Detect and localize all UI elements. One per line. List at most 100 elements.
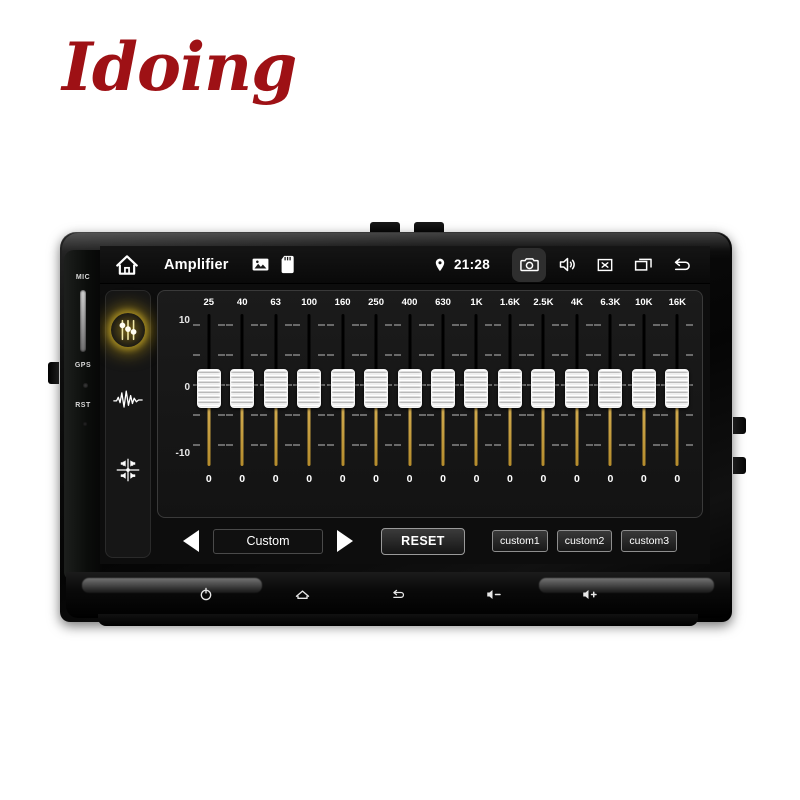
eq-band-slider[interactable] [359, 310, 393, 472]
slider-thumb[interactable] [631, 369, 656, 408]
slider-thumb[interactable] [497, 369, 522, 408]
slider-tick [686, 354, 694, 356]
gain-axis: 10 0 -10 [166, 296, 192, 513]
slider-tick [217, 414, 225, 416]
eq-band-value: 0 [272, 473, 279, 485]
eq-band-frequency-label: 4K [570, 297, 583, 308]
eq-band-slider[interactable] [661, 310, 694, 472]
slider-tick [560, 354, 568, 356]
custom-preset-button[interactable]: custom2 [556, 530, 613, 552]
preset-name-display[interactable]: Custom [213, 528, 323, 554]
slider-tick [318, 444, 326, 446]
slider-tick [460, 414, 468, 416]
eq-band-slider[interactable] [326, 310, 359, 472]
camera-button[interactable] [512, 247, 546, 282]
eq-band: 1K 0 [460, 296, 493, 513]
reset-pinhole[interactable] [83, 422, 87, 426]
slider-tick [418, 324, 426, 326]
eq-band-value: 0 [540, 473, 547, 485]
slider-tick [627, 414, 635, 416]
eq-band-slider[interactable] [426, 310, 460, 472]
slider-thumb[interactable] [230, 369, 255, 408]
slider-tick [627, 444, 635, 446]
close-button[interactable] [588, 248, 622, 282]
volume-down-key[interactable] [483, 583, 505, 605]
custom-preset-button[interactable]: custom1 [492, 530, 548, 552]
custom-preset-button[interactable]: custom3 [621, 530, 678, 552]
slider-thumb[interactable] [531, 369, 556, 408]
eq-band-frequency-label: 400 [401, 297, 418, 308]
slider-thumb[interactable] [564, 369, 589, 408]
recent-apps-button[interactable] [626, 248, 660, 282]
slider-tick [527, 324, 535, 326]
slider-tick [594, 354, 602, 356]
slider-tick [652, 414, 660, 416]
slider-tick [217, 444, 225, 446]
slider-thumb[interactable] [431, 369, 456, 408]
slider-tick [485, 444, 493, 446]
back-key[interactable] [387, 583, 409, 605]
slider-tick [418, 354, 426, 356]
slider-tick [452, 414, 460, 416]
eq-band-slider[interactable] [259, 310, 292, 472]
home-icon [295, 589, 309, 599]
slider-tick [351, 444, 359, 446]
picture-icon[interactable] [251, 255, 270, 274]
sdcard-icon[interactable] [280, 255, 297, 274]
slider-tick [686, 444, 694, 446]
prev-preset-button[interactable] [179, 530, 203, 552]
slider-tick [393, 324, 401, 326]
eq-band-value: 0 [607, 473, 614, 485]
eq-band-slider[interactable] [393, 310, 426, 472]
slider-thumb[interactable] [665, 369, 690, 408]
slider-tick [518, 324, 526, 326]
slider-tick [594, 414, 602, 416]
slider-tick [493, 414, 501, 416]
custom-preset-group: custom1 custom2 custom3 [483, 530, 678, 552]
clock: 21:28 [453, 257, 490, 272]
eq-band-slider[interactable] [225, 310, 259, 472]
eq-band-slider[interactable] [493, 310, 526, 472]
eq-band-slider[interactable] [192, 310, 225, 472]
balance-fader-icon [116, 458, 140, 482]
home-icon[interactable] [112, 250, 142, 280]
slider-tick [293, 444, 301, 446]
slider-thumb[interactable] [330, 369, 355, 408]
volume-up-key[interactable] [579, 583, 601, 605]
slider-tick [527, 414, 535, 416]
reset-button[interactable]: RESET [381, 527, 465, 555]
eq-band-frequency-label: 2.5K [533, 297, 554, 308]
power-key[interactable] [195, 583, 217, 605]
slider-tick [518, 354, 526, 356]
left-bezel-strip: MIC GPS RST [64, 250, 102, 580]
hardware-key-row [66, 580, 730, 608]
slider-thumb[interactable] [598, 369, 623, 408]
home-key[interactable] [291, 583, 313, 605]
slider-thumb[interactable] [196, 369, 221, 408]
preset-controls: Custom RESET custom1 custom2 custom3 [157, 524, 703, 558]
slider-tick [460, 444, 468, 446]
slider-tick [452, 354, 460, 356]
slider-thumb[interactable] [297, 369, 322, 408]
next-preset-button[interactable] [333, 530, 357, 552]
eq-band-slider[interactable] [594, 310, 627, 472]
sidebar-item-sound-effect[interactable] [111, 383, 145, 417]
slider-tick [560, 324, 568, 326]
eq-band-slider[interactable] [292, 310, 326, 472]
volume-button[interactable] [550, 248, 584, 282]
slider-thumb[interactable] [464, 369, 489, 408]
back-button[interactable] [664, 248, 698, 282]
waveform-icon [113, 390, 143, 408]
slider-thumb[interactable] [263, 369, 288, 408]
sidebar-item-equalizer[interactable] [111, 313, 145, 347]
eq-band-slider[interactable] [527, 310, 560, 472]
slider-thumb[interactable] [364, 369, 389, 408]
slider-tick [251, 324, 259, 326]
slider-tick [493, 354, 501, 356]
slider-thumb[interactable] [397, 369, 422, 408]
equalizer-panel: 10 0 -10 25 0 40 0 63 0 100 0 160 0 250 0 400 0 630 0 1K… [157, 290, 703, 518]
sidebar-item-balance-fader[interactable] [111, 453, 145, 487]
eq-band-slider[interactable] [560, 310, 593, 472]
eq-band-slider[interactable] [627, 310, 660, 472]
eq-band-slider[interactable] [460, 310, 493, 472]
